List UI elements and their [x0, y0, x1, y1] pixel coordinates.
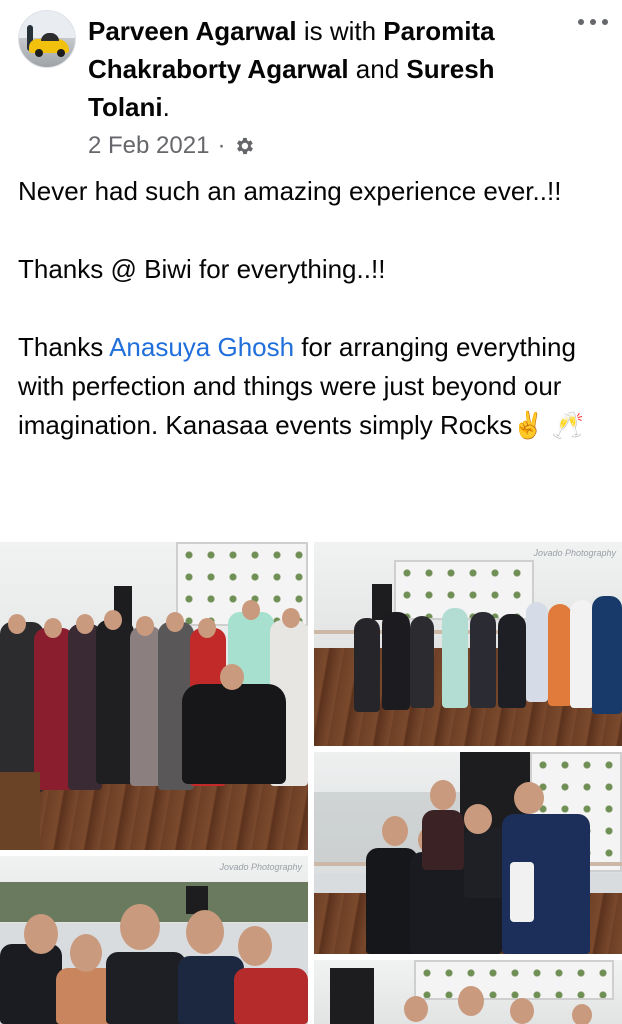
photo-group-dancing[interactable]: Jovado Photography — [314, 542, 622, 746]
post-header: Parveen Agarwal is with Paromita Chakrab… — [0, 0, 622, 170]
photo-watermark: Jovado Photography — [219, 862, 302, 872]
photo-men-lifting[interactable] — [314, 752, 622, 954]
period-text: . — [162, 92, 170, 122]
photo-group-deck[interactable] — [0, 542, 308, 850]
gear-icon[interactable] — [233, 135, 255, 157]
more-options-icon[interactable] — [578, 10, 608, 34]
with-text: is with — [296, 16, 384, 46]
avatar-wheel — [35, 49, 43, 57]
thanks-prefix: Thanks — [18, 332, 110, 362]
emoji-text: ✌️ 🥂 — [512, 410, 585, 440]
photo-selfie-group[interactable]: Jovado Photography — [0, 856, 308, 1024]
photo-watermark: Jovado Photography — [533, 548, 616, 558]
post-meta: 2 Feb 2021 · — [88, 128, 255, 164]
and-text: and — [348, 54, 407, 84]
post-text-line-2: Thanks @ Biwi for everything..!! — [18, 254, 386, 284]
photo-group-bottom[interactable] — [314, 960, 622, 1024]
post-text-line-1: Never had such an amazing experience eve… — [18, 176, 562, 206]
author-avatar[interactable] — [18, 10, 76, 68]
post-text-line-3: Thanks Anasuya Ghosh for arranging every… — [18, 328, 608, 445]
avatar-wheel — [57, 49, 65, 57]
post-body: Never had such an amazing experience eve… — [18, 172, 608, 445]
post-date-link[interactable]: 2 Feb 2021 — [88, 128, 209, 164]
post-author-line: Parveen Agarwal is with Paromita Chakrab… — [88, 12, 558, 126]
author-name-link[interactable]: Parveen Agarwal — [88, 16, 297, 46]
meta-separator: · — [217, 132, 226, 159]
mention-link[interactable]: Anasuya Ghosh — [109, 332, 294, 362]
